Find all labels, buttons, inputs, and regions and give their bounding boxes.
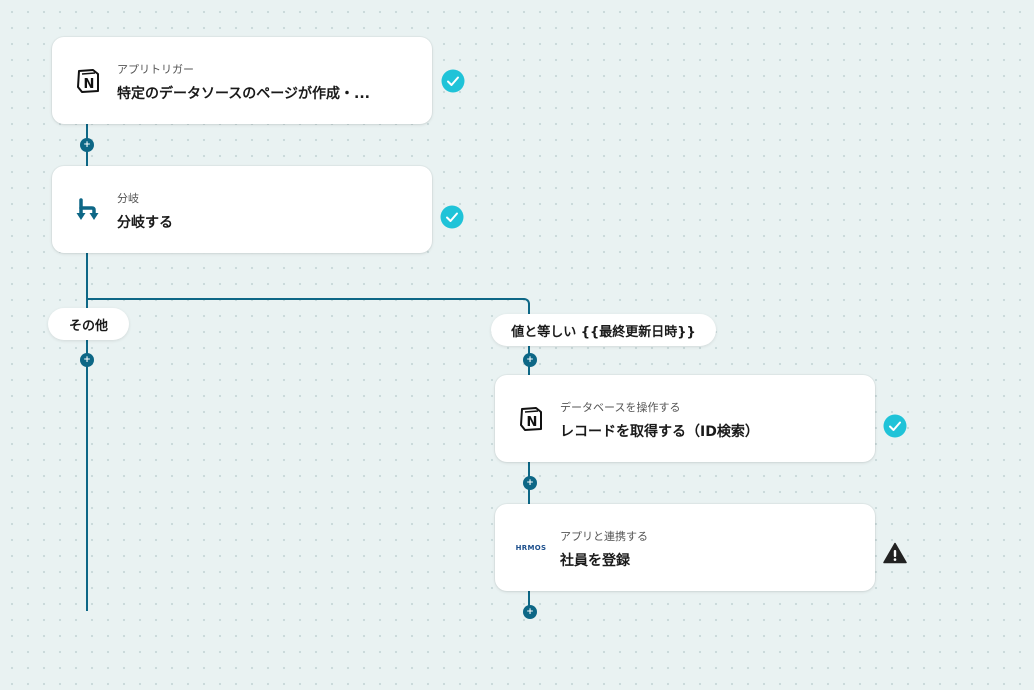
check-icon	[441, 69, 465, 93]
add-step-node[interactable]: +	[523, 605, 537, 619]
trigger-card[interactable]: N アプリトリガー 特定のデータソースのページが作成・...	[52, 37, 432, 124]
branch-icon	[74, 196, 102, 224]
card-subtitle: 分岐	[117, 192, 139, 205]
branch-card[interactable]: 分岐 分岐する	[52, 166, 432, 253]
card-title: 分岐する	[117, 215, 173, 231]
svg-text:N: N	[527, 415, 538, 430]
hrmos-logo: HRMOS	[515, 544, 547, 552]
check-icon	[440, 205, 464, 229]
branch-label-other[interactable]: その他	[48, 308, 129, 340]
add-step-node[interactable]: +	[80, 138, 94, 152]
connector-line	[86, 253, 88, 611]
card-title: 社員を登録	[560, 553, 630, 569]
card-subtitle: アプリと連携する	[560, 530, 648, 543]
notion-icon: N	[517, 405, 545, 433]
card-subtitle: アプリトリガー	[117, 63, 194, 76]
card-title: 特定のデータソースのページが作成・...	[117, 86, 370, 102]
notion-icon: N	[74, 67, 102, 95]
warning-icon	[883, 542, 907, 564]
get-record-card[interactable]: N データベースを操作する レコードを取得する（ID検索）	[495, 375, 875, 462]
add-step-node[interactable]: +	[523, 476, 537, 490]
card-title: レコードを取得する（ID検索）	[560, 424, 759, 440]
register-employee-card[interactable]: HRMOS アプリと連携する 社員を登録	[495, 504, 875, 591]
card-subtitle: データベースを操作する	[560, 401, 681, 414]
svg-text:N: N	[84, 77, 95, 92]
connector-line	[86, 298, 522, 300]
add-step-node[interactable]: +	[523, 353, 537, 367]
add-step-node[interactable]: +	[80, 353, 94, 367]
check-icon	[883, 414, 907, 438]
branch-label-condition[interactable]: 値と等しい {{最終更新日時}}	[491, 314, 716, 346]
